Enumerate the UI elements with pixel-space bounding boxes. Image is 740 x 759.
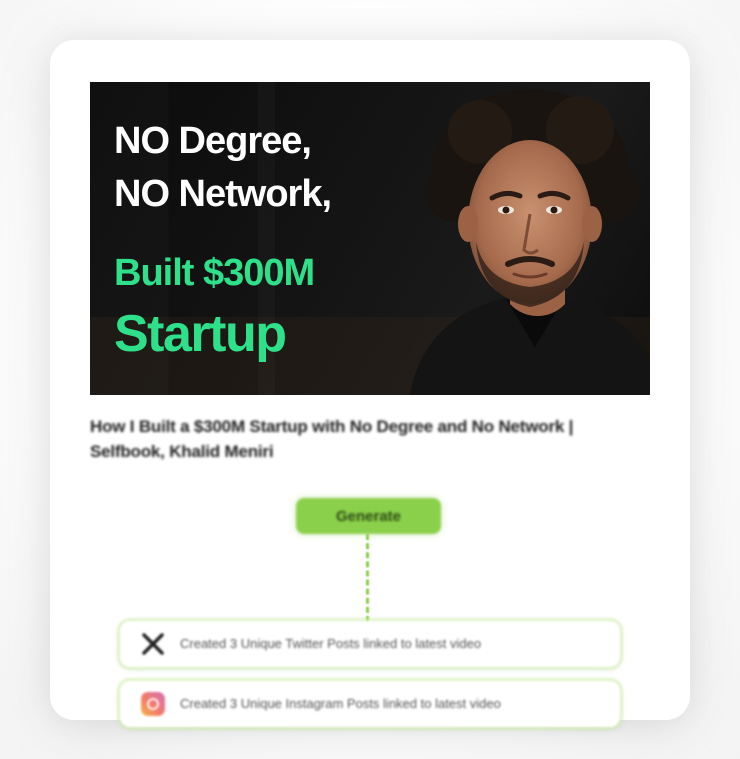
result-text: Created 3 Unique Twitter Posts linked to… bbox=[180, 636, 482, 651]
x-logo-icon bbox=[140, 631, 166, 657]
instagram-icon bbox=[140, 691, 166, 717]
thumbnail-headline-line-4: Startup bbox=[114, 305, 287, 363]
result-item-instagram[interactable]: Created 3 Unique Instagram Posts linked … bbox=[120, 681, 620, 727]
video-thumbnail[interactable]: NO Degree, NO Network, Built $300M Start… bbox=[90, 82, 650, 395]
presenter-portrait bbox=[410, 89, 650, 395]
video-title[interactable]: How I Built a $300M Startup with No Degr… bbox=[90, 414, 650, 464]
thumbnail-headline-line-1: NO Degree, bbox=[114, 120, 312, 162]
flow-connector bbox=[366, 534, 369, 622]
thumbnail-headline-line-3: Built $300M bbox=[114, 252, 315, 294]
generate-button[interactable]: Generate bbox=[296, 498, 441, 534]
result-text: Created 3 Unique Instagram Posts linked … bbox=[180, 696, 501, 711]
result-item-twitter[interactable]: Created 3 Unique Twitter Posts linked to… bbox=[120, 621, 620, 667]
thumbnail-headline-line-2: NO Network, bbox=[114, 173, 332, 215]
page-background: NO Degree, NO Network, Built $300M Start… bbox=[0, 0, 740, 759]
